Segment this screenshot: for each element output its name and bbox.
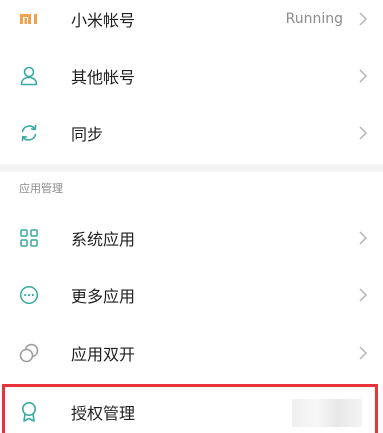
chevron-right-icon: [359, 12, 367, 26]
system-apps-row[interactable]: 系统应用: [0, 210, 383, 266]
sync-icon: [19, 123, 39, 143]
chevron-right-icon: [359, 288, 367, 302]
mi-logo-icon: [19, 9, 39, 29]
badge-icon: [19, 402, 39, 422]
person-icon: [19, 66, 39, 86]
chevron-right-icon: [359, 69, 367, 83]
chevron-right-icon: [359, 231, 367, 245]
more-apps-row[interactable]: 更多应用: [0, 267, 383, 323]
dual-apps-label: 应用双开: [71, 345, 136, 364]
other-accounts-row[interactable]: 其他帐号: [0, 48, 383, 104]
more-apps-label: 更多应用: [71, 287, 136, 306]
chevron-right-icon: [359, 346, 367, 360]
settings-screen: 小米帐号 Running 其他帐号 同步 应用管理 系统应用 更多应用 应用双开…: [0, 0, 383, 433]
xiaomi-account-row[interactable]: 小米帐号 Running: [0, 0, 383, 47]
dual-app-icon: [19, 343, 39, 363]
system-apps-label: 系统应用: [71, 230, 136, 249]
more-dots-icon: [19, 285, 39, 305]
chevron-right-icon: [359, 126, 367, 140]
blurred-region: [292, 399, 362, 427]
grid-icon: [19, 228, 39, 248]
dual-apps-row[interactable]: 应用双开: [0, 325, 383, 381]
xiaomi-account-status: Running: [285, 11, 343, 27]
sync-label: 同步: [71, 125, 104, 144]
sync-row[interactable]: 同步: [0, 105, 383, 161]
app-management-header: 应用管理: [19, 182, 63, 195]
other-accounts-label: 其他帐号: [71, 68, 136, 87]
section-divider: [0, 164, 383, 172]
xiaomi-account-label: 小米帐号: [71, 11, 136, 30]
permission-management-label: 授权管理: [71, 404, 136, 423]
